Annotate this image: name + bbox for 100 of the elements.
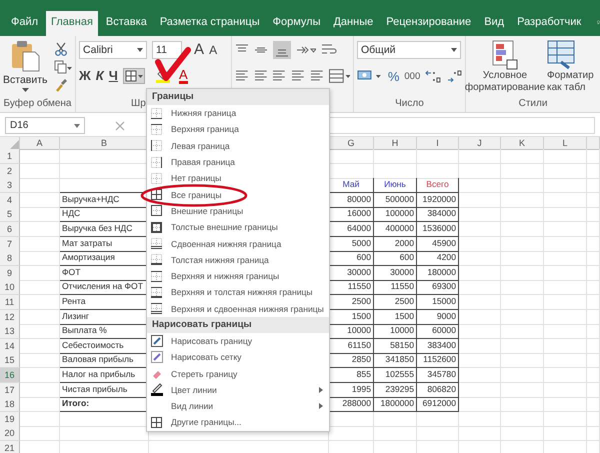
table-cell: 2850 xyxy=(352,354,371,364)
menu-item[interactable]: Верхняя и толстая нижняя границы xyxy=(147,284,329,301)
row-header[interactable]: 12 xyxy=(0,310,20,325)
column-header[interactable]: H xyxy=(374,137,417,150)
menu-item[interactable]: Верхняя и сдвоенная нижняя границы xyxy=(147,300,329,317)
border-icon xyxy=(151,205,162,216)
row-header[interactable]: 10 xyxy=(0,280,20,296)
ribbon-tab[interactable]: Формулы xyxy=(268,11,326,36)
border-icon xyxy=(151,416,162,428)
underline-button[interactable]: Ч xyxy=(108,68,118,84)
menu-item[interactable]: Цвет линии xyxy=(147,382,329,398)
row-header[interactable]: 1 xyxy=(0,149,20,164)
column-header[interactable]: I xyxy=(417,137,459,150)
align-text-icon[interactable] xyxy=(291,70,305,82)
column-title: Июнь xyxy=(383,178,407,192)
menu-item[interactable]: Верхняя и нижняя границы xyxy=(147,268,329,284)
thousands-button[interactable]: 000 xyxy=(404,70,420,82)
menu-item[interactable]: Нарисовать границу xyxy=(147,332,329,350)
brush-icon[interactable] xyxy=(54,78,68,92)
decrease-decimal-icon[interactable] xyxy=(446,69,462,83)
paste-button[interactable]: Вставить xyxy=(3,40,48,98)
ribbon-tab[interactable]: Рецензирование xyxy=(381,11,476,36)
menu-item[interactable]: Нижняя граница xyxy=(147,105,329,122)
row-header[interactable]: 4 xyxy=(0,192,20,208)
menu-item[interactable]: Нет границы xyxy=(147,170,329,186)
row-header[interactable]: 3 xyxy=(0,178,20,194)
column-header[interactable]: K xyxy=(501,137,544,150)
column-title: Всего xyxy=(425,178,450,192)
menu-item[interactable]: Все границы xyxy=(147,186,329,203)
menu-item[interactable]: Другие границы... xyxy=(147,414,329,431)
format-as-table-button[interactable]: Форматир как табл xyxy=(547,40,597,98)
row-header[interactable]: 6 xyxy=(0,222,20,237)
align-text-icon[interactable] xyxy=(310,70,324,82)
italic-button[interactable]: К xyxy=(96,68,104,84)
column-header[interactable]: L xyxy=(544,137,587,150)
name-box[interactable]: D16 xyxy=(5,117,85,134)
table-cell: 10000 xyxy=(390,325,414,336)
number-format-field[interactable]: Общий xyxy=(357,41,461,59)
cancel-icon[interactable] xyxy=(115,120,125,130)
ribbon-tab[interactable]: Разметка страницы xyxy=(154,11,265,36)
row-header[interactable]: 18 xyxy=(0,397,20,412)
row-header[interactable]: 5 xyxy=(0,207,20,222)
align-text-icon[interactable] xyxy=(235,70,249,82)
copy-icon[interactable] xyxy=(54,60,72,74)
row-header[interactable]: 7 xyxy=(0,236,20,252)
orientation-icon[interactable] xyxy=(296,44,316,56)
percent-button[interactable]: % xyxy=(388,68,400,84)
align-text-icon[interactable] xyxy=(272,70,286,82)
table-cell: 80000 xyxy=(347,194,371,204)
table-cell: 2500 xyxy=(352,296,371,306)
menu-item[interactable]: Верхняя граница xyxy=(147,121,329,138)
row-header[interactable]: 13 xyxy=(0,324,20,340)
bold-button[interactable]: Ж xyxy=(79,68,91,84)
ribbon-tab[interactable]: Данные xyxy=(328,11,378,36)
row-header[interactable]: 8 xyxy=(0,251,20,266)
menu-item[interactable]: Сдвоенная нижняя граница xyxy=(147,235,329,252)
ribbon-tab[interactable]: Разработчик xyxy=(512,11,586,36)
ribbon-tab[interactable]: Вставка xyxy=(100,11,152,36)
table-cell: 383400 xyxy=(427,340,456,350)
row-header[interactable]: 17 xyxy=(0,382,20,398)
ribbon-tab[interactable]: Главная xyxy=(46,11,98,36)
submenu-arrow-icon xyxy=(319,403,323,410)
row-header[interactable]: 21 xyxy=(0,440,20,453)
row-header[interactable]: 15 xyxy=(0,353,20,368)
grow-font-button[interactable]: A xyxy=(194,42,204,58)
scissors-icon[interactable] xyxy=(54,42,68,56)
table-cell: 64000 xyxy=(347,222,371,233)
menu-item[interactable]: Правая граница xyxy=(147,154,329,170)
menu-item[interactable]: Толстая нижняя граница xyxy=(147,252,329,268)
menu-item[interactable]: Вид линии xyxy=(147,398,329,414)
row-header[interactable]: 14 xyxy=(0,338,20,354)
table-cell: 61150 xyxy=(348,340,371,350)
table-cell: 1800000 xyxy=(380,398,414,408)
align-text-icon[interactable] xyxy=(254,70,268,82)
borders-button[interactable] xyxy=(122,68,145,84)
row-header[interactable]: 2 xyxy=(0,164,20,179)
shrink-font-button[interactable]: A xyxy=(209,42,218,58)
column-header[interactable]: A xyxy=(20,137,60,150)
ribbon-tab[interactable]: Файл xyxy=(6,11,44,36)
menu-item[interactable]: Стереть границу xyxy=(147,365,329,382)
menu-item[interactable]: Нарисовать сетку xyxy=(147,349,329,366)
border-icon xyxy=(151,140,162,152)
align-bottom-icon[interactable] xyxy=(273,41,291,59)
menu-item[interactable]: Толстые внешние границы xyxy=(147,219,329,236)
row-header[interactable]: 9 xyxy=(0,266,20,281)
row-header[interactable]: 11 xyxy=(0,294,20,310)
merge-cells-icon[interactable] xyxy=(328,69,350,83)
ribbon-tab[interactable]: Вид xyxy=(479,11,510,36)
group-label: Число xyxy=(394,98,425,111)
row-header[interactable]: 19 xyxy=(0,412,20,427)
increase-decimal-icon[interactable] xyxy=(425,69,442,83)
table-cell: 1536000 xyxy=(422,222,456,233)
font-name-field[interactable]: Calibri xyxy=(79,41,148,59)
menu-item[interactable]: Внешние границы xyxy=(147,202,329,220)
row-header[interactable]: 20 xyxy=(0,426,20,442)
font-color-button[interactable]: A xyxy=(178,68,188,84)
row-header[interactable]: 16 xyxy=(0,368,20,383)
menu-item[interactable]: Левая граница xyxy=(147,138,329,154)
font-size-field[interactable]: 11 xyxy=(152,41,182,59)
column-header[interactable]: J xyxy=(459,137,501,150)
